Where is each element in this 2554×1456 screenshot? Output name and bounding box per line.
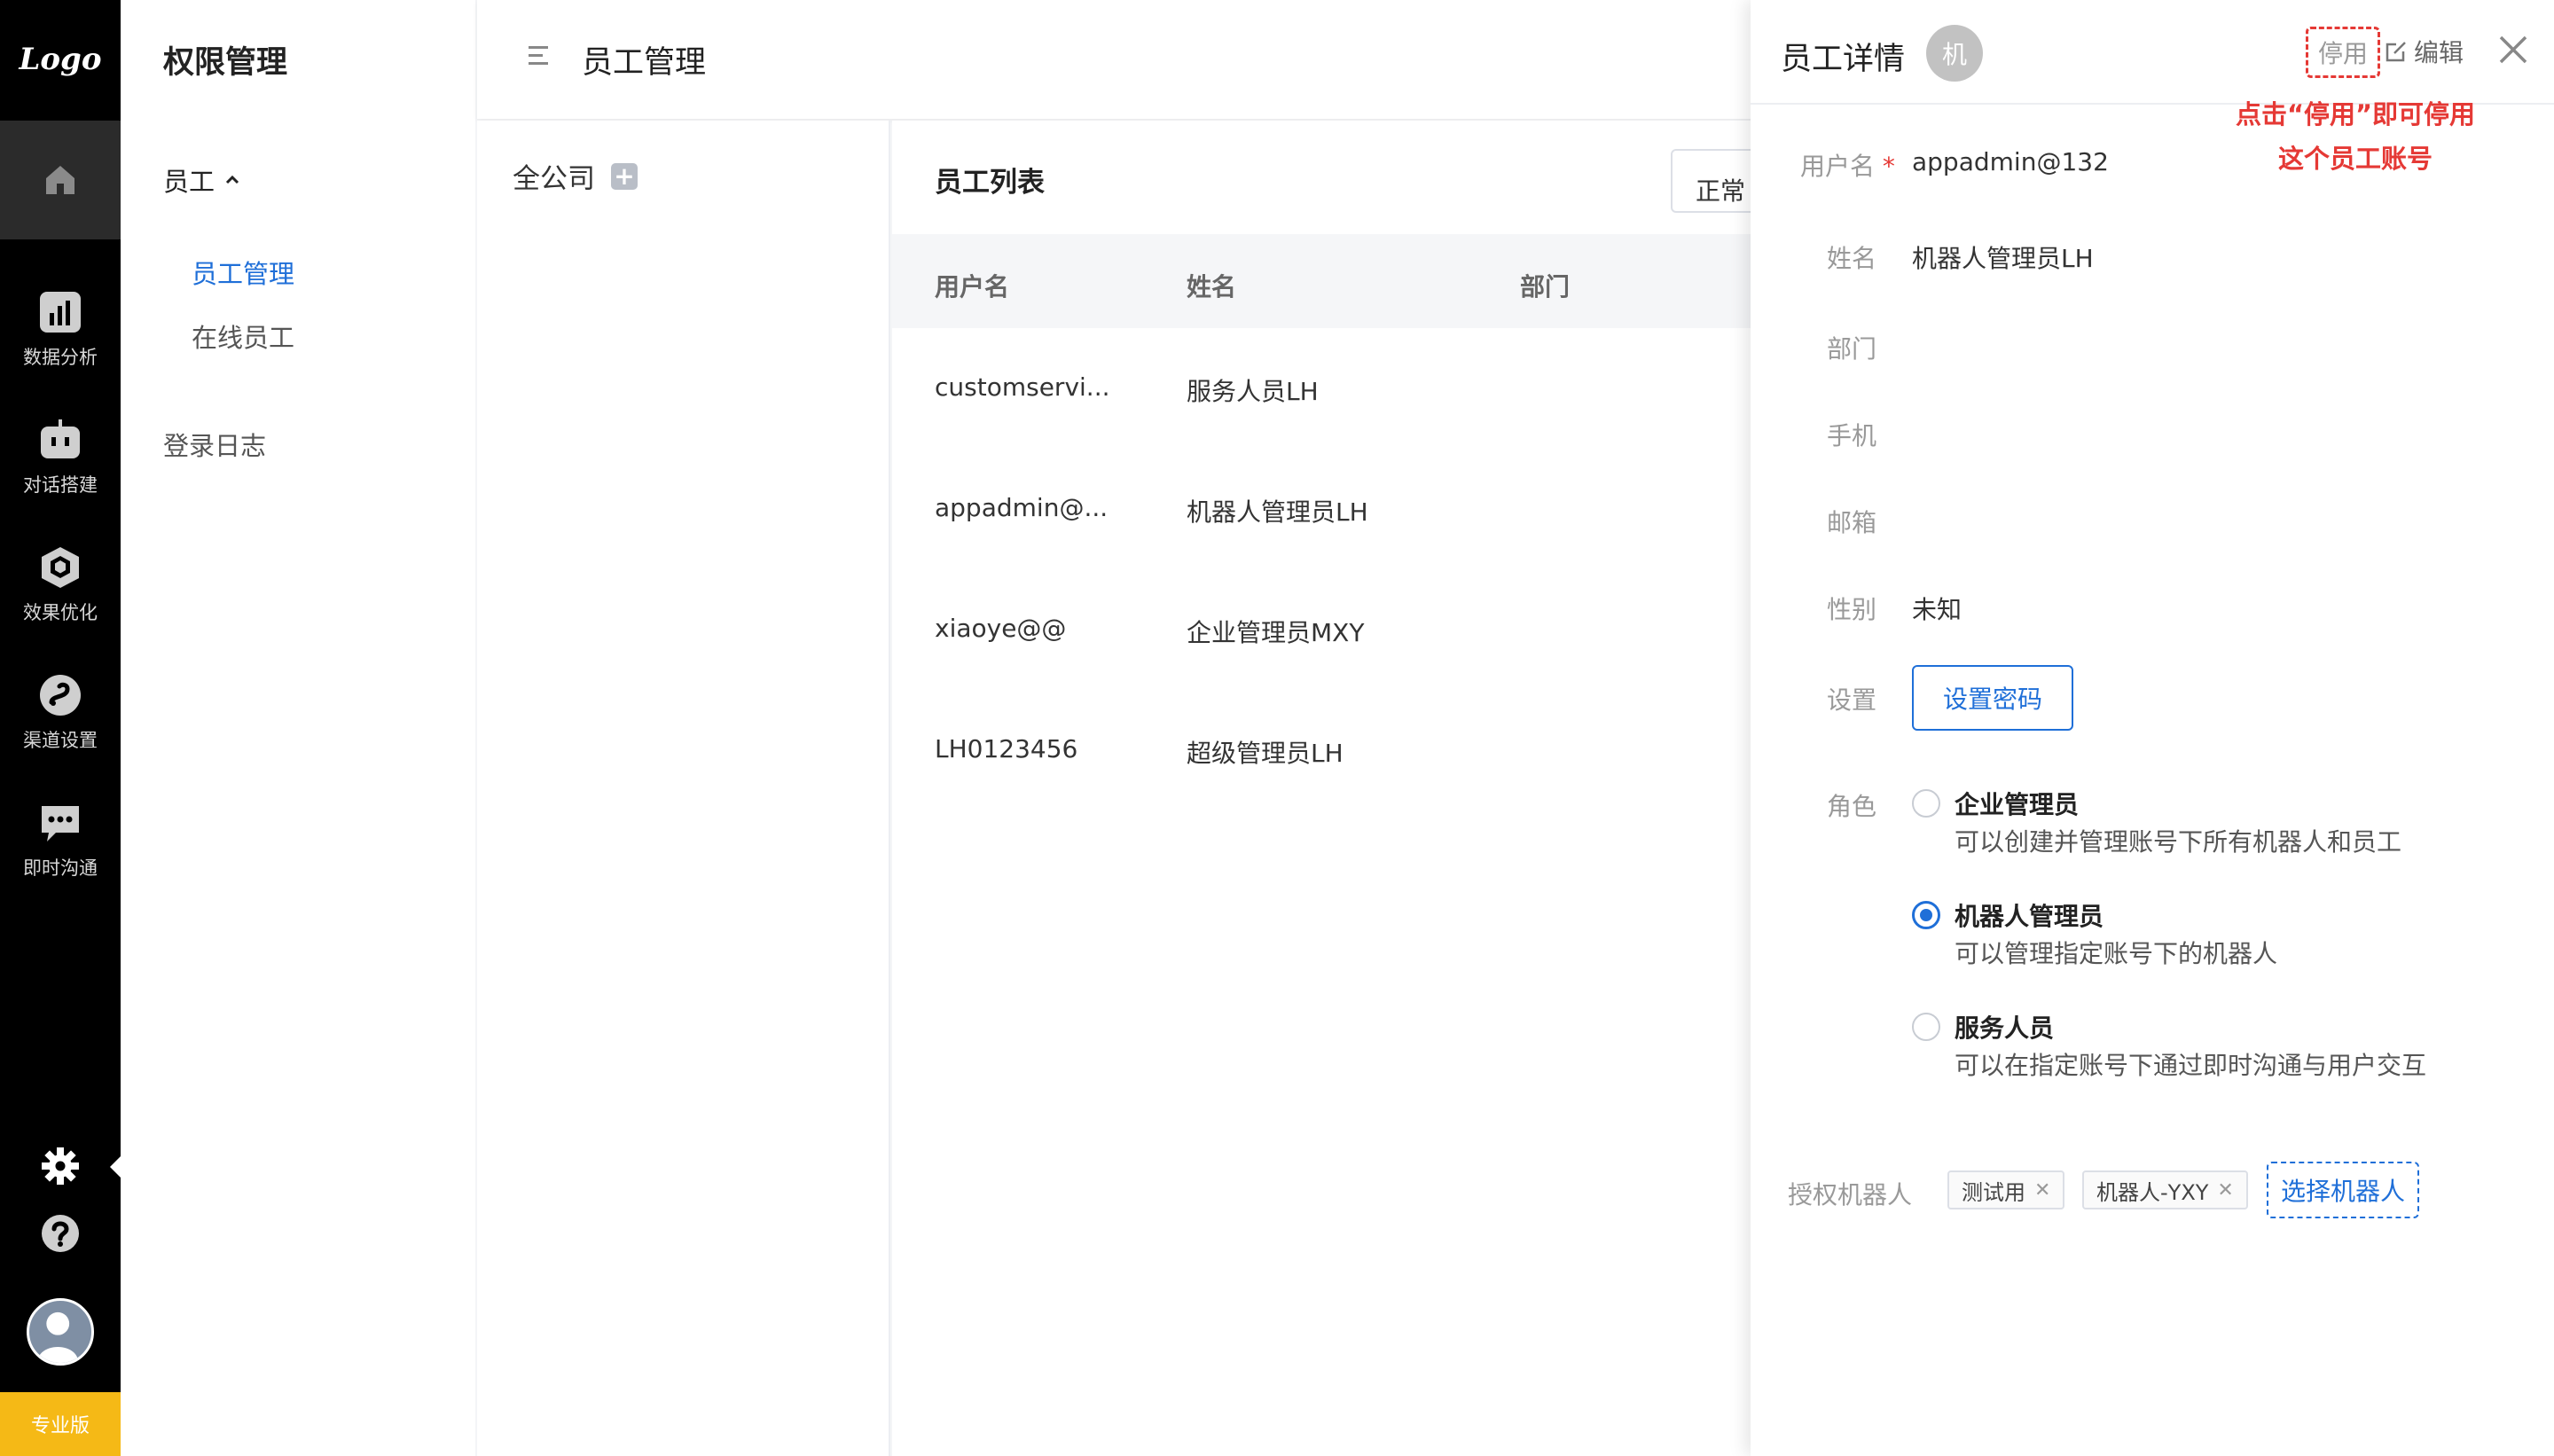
cell-name: 超级管理员LH — [1187, 739, 1344, 768]
nav-optimization[interactable]: 效果优化 — [0, 532, 121, 638]
robot-icon — [41, 419, 80, 458]
column-header-dept: 部门 — [1520, 272, 1571, 301]
cell-username: xiaoye@@ — [935, 614, 1067, 643]
cell-name: 企业管理员MXY — [1187, 618, 1365, 647]
cell-username: appadmin@... — [935, 493, 1109, 522]
menu-item-login-log[interactable]: 登录日志 — [163, 426, 266, 463]
list-title: 员工列表 — [935, 167, 1045, 199]
drawer-title: 员工详情 — [1781, 42, 1906, 77]
menu-item-online-employees[interactable]: 在线员工 — [192, 317, 294, 355]
annotation-line-1: 点击“停用”即可停用 — [2235, 99, 2476, 129]
username-label-text: 用户名 — [1800, 152, 1876, 181]
dept-label: 部门 — [1827, 334, 1877, 364]
chat-icon — [42, 806, 79, 842]
page-title: 员工管理 — [582, 45, 707, 81]
table-header: 用户名 姓名 部门 — [892, 234, 1779, 328]
column-header-username: 用户名 — [935, 272, 1010, 301]
edit-icon — [2386, 42, 2406, 62]
robot-tag-label: 机器人-YXY — [2096, 1179, 2209, 1205]
settings-label: 设置 — [1827, 685, 1877, 715]
remove-tag-icon[interactable]: ✕ — [2034, 1179, 2050, 1202]
remove-tag-icon[interactable]: ✕ — [2217, 1179, 2233, 1202]
app-logo: Logo — [19, 42, 102, 77]
set-password-button[interactable]: 设置密码 — [1912, 665, 2073, 731]
role-radio-enterprise-admin[interactable] — [1912, 789, 1940, 818]
help-icon[interactable] — [40, 1213, 81, 1254]
secondary-menu: 权限管理 员工 员工管理 在线员工 登录日志 — [121, 0, 475, 1456]
edition-badge: 专业版 — [0, 1392, 121, 1456]
edit-button[interactable]: 编辑 — [2384, 34, 2464, 69]
name-label: 姓名 — [1827, 244, 1877, 273]
user-avatar[interactable] — [27, 1298, 94, 1366]
home-nav-button[interactable] — [0, 121, 121, 239]
role-label: 角色 — [1827, 792, 1877, 821]
main-nav-rail: Logo 数据分析 对话搭建 效果优化 渠道设置 即时沟通 专业版 — [0, 0, 122, 1456]
add-department-icon[interactable]: + — [611, 162, 638, 190]
nav-dialog-build[interactable]: 对话搭建 — [0, 404, 121, 511]
nav-data-analysis[interactable]: 数据分析 — [0, 277, 121, 383]
role-radio-service-staff[interactable] — [1912, 1013, 1940, 1041]
table-row[interactable]: appadmin@... 机器人管理员LH — [892, 493, 1779, 614]
disable-button[interactable]: 停用 — [2306, 27, 2380, 78]
gender-label: 性别 — [1827, 595, 1877, 624]
menu-group-employee[interactable]: 员工 — [163, 161, 241, 199]
nav-label: 对话搭建 — [23, 474, 98, 496]
phone-label: 手机 — [1827, 421, 1877, 450]
org-tree-root[interactable]: 全公司 + — [513, 156, 638, 196]
org-tree-panel: 全公司 + — [477, 121, 890, 1456]
employee-list-panel: 员工列表 正常 用户名 姓名 部门 customservi... 服务人员LH … — [892, 121, 1795, 1456]
table-row[interactable]: LH0123456 超级管理员LH — [892, 734, 1779, 855]
role-desc: 可以管理指定账号下的机器人 — [1955, 939, 2278, 968]
nav-channel-settings[interactable]: 渠道设置 — [0, 660, 121, 766]
role-desc: 可以创建并管理账号下所有机器人和员工 — [1955, 827, 2402, 857]
bar-chart-icon — [40, 292, 81, 333]
nav-label: 渠道设置 — [23, 730, 98, 751]
column-header-name: 姓名 — [1187, 272, 1237, 301]
close-icon[interactable] — [2495, 32, 2531, 67]
nav-label: 效果优化 — [23, 602, 98, 623]
robot-tag-label: 测试用 — [1962, 1179, 2025, 1205]
chevron-up-icon — [225, 175, 239, 184]
nav-instant-chat[interactable]: 即时沟通 — [0, 787, 121, 894]
edit-label: 编辑 — [2414, 38, 2464, 67]
cell-name: 服务人员LH — [1187, 377, 1319, 406]
gender-value: 未知 — [1912, 595, 1963, 624]
role-radio-robot-admin[interactable] — [1912, 901, 1940, 929]
name-value: 机器人管理员LH — [1912, 244, 2094, 273]
employee-detail-drawer: 员工详情 机 停用 编辑 点击“停用”即可停用 这个员工账号 用户名 * app… — [1751, 0, 2554, 1456]
required-mark: * — [1882, 152, 1895, 181]
cell-name: 机器人管理员LH — [1187, 497, 1368, 527]
menu-toggle-icon[interactable] — [527, 44, 553, 67]
robot-tag: 机器人-YXY ✕ — [2082, 1170, 2248, 1209]
gear-icon[interactable] — [40, 1146, 81, 1186]
home-icon — [46, 166, 74, 194]
menu-item-employee-management[interactable]: 员工管理 — [192, 254, 294, 291]
role-title: 服务人员 — [1955, 1014, 2055, 1043]
cube-icon — [42, 547, 79, 588]
menu-group-label: 员工 — [163, 167, 215, 197]
username-value: appadmin@132 — [1912, 147, 2109, 176]
nav-label: 数据分析 — [23, 347, 98, 368]
table-row[interactable]: xiaoye@@ 企业管理员MXY — [892, 614, 1779, 734]
user-silhouette-icon — [37, 1311, 79, 1363]
username-label: 用户名 * — [1800, 147, 1895, 183]
robots-label: 授权机器人 — [1788, 1180, 1913, 1209]
annotation-callout: 点击“停用”即可停用 这个员工账号 — [2208, 92, 2503, 181]
role-title: 企业管理员 — [1955, 790, 2080, 819]
choose-robot-button[interactable]: 选择机器人 — [2267, 1162, 2419, 1218]
cell-username: LH0123456 — [935, 734, 1078, 763]
email-label: 邮箱 — [1827, 508, 1877, 537]
table-row[interactable]: customservi... 服务人员LH — [892, 372, 1779, 493]
annotation-line-2: 这个员工账号 — [2277, 144, 2433, 174]
nav-label: 即时沟通 — [23, 857, 98, 879]
role-desc: 可以在指定账号下通过即时沟通与用户交互 — [1955, 1051, 2427, 1080]
employee-avatar: 机 — [1926, 25, 1983, 82]
cell-username: customservi... — [935, 372, 1110, 402]
channel-icon — [40, 675, 81, 716]
role-title: 机器人管理员 — [1955, 902, 2104, 931]
org-root-label: 全公司 — [513, 163, 595, 195]
menu-title: 权限管理 — [163, 45, 288, 81]
robot-tag: 测试用 ✕ — [1947, 1170, 2065, 1209]
